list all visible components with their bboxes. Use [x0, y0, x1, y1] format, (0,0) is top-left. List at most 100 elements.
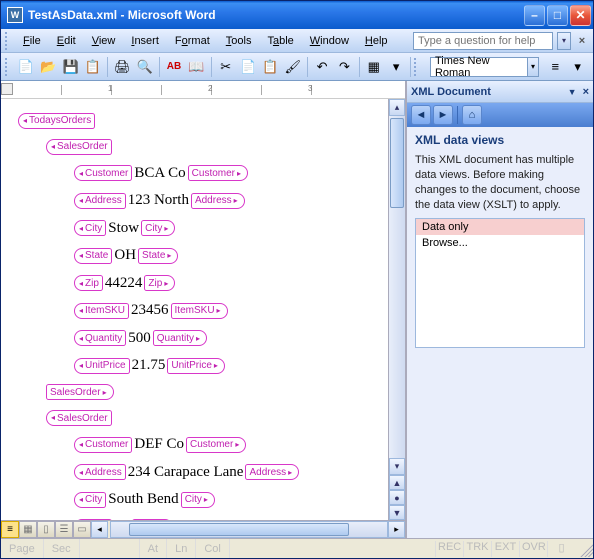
- next-page-button[interactable]: ▼: [389, 505, 405, 520]
- xml-tag-open[interactable]: TodaysOrders: [18, 113, 95, 129]
- toolbar-grip-icon[interactable]: [5, 32, 11, 50]
- xml-tag-open[interactable]: State: [74, 519, 112, 520]
- status-trk[interactable]: TRK: [463, 541, 491, 557]
- pane-forward-button[interactable]: ►: [433, 105, 453, 125]
- paste-button[interactable]: 📋: [260, 56, 280, 78]
- toolbar-grip-icon[interactable]: [5, 58, 11, 76]
- print-button[interactable]: 🖨: [112, 56, 132, 78]
- maximize-button[interactable]: □: [547, 5, 568, 26]
- help-dropdown-button[interactable]: ▾: [557, 32, 571, 50]
- xml-value[interactable]: BCA Co: [133, 165, 186, 181]
- scroll-down-button[interactable]: ▾: [389, 458, 405, 475]
- xml-tag-close[interactable]: UnitPrice: [167, 358, 225, 374]
- open-button[interactable]: 📂: [38, 56, 58, 78]
- xml-tag-open[interactable]: UnitPrice: [74, 358, 130, 374]
- xml-value[interactable]: Stow: [107, 220, 140, 236]
- undo-button[interactable]: ↶: [312, 56, 332, 78]
- xml-view-list[interactable]: Data only Browse...: [415, 218, 585, 348]
- toolbar-options-button[interactable]: ▾: [568, 56, 588, 78]
- xml-tag-open[interactable]: Customer: [74, 165, 132, 181]
- tab-selector-icon[interactable]: [1, 83, 13, 95]
- list-item[interactable]: Data only: [416, 219, 584, 235]
- menu-help[interactable]: Help: [357, 32, 396, 50]
- xml-tag-close[interactable]: SalesOrder: [46, 384, 114, 400]
- normal-view-button[interactable]: ≡: [1, 521, 19, 538]
- status-ovr[interactable]: OVR: [519, 541, 547, 557]
- save-button[interactable]: 💾: [60, 56, 80, 78]
- xml-value[interactable]: IN: [113, 519, 131, 520]
- xml-tag-close[interactable]: City: [141, 220, 175, 236]
- xml-value[interactable]: 23456: [130, 302, 170, 318]
- xml-tag-open[interactable]: ItemSKU: [74, 303, 129, 319]
- hscroll-track[interactable]: [110, 521, 388, 538]
- menu-edit[interactable]: Edit: [49, 32, 84, 50]
- xml-tag-open[interactable]: Customer: [74, 437, 132, 453]
- font-dropdown-button[interactable]: ▾: [528, 57, 539, 77]
- xml-value[interactable]: DEF Co: [133, 436, 185, 452]
- format-painter-button[interactable]: 🖌: [283, 56, 303, 78]
- xml-tag-open[interactable]: Quantity: [74, 330, 126, 346]
- list-item[interactable]: Browse...: [416, 235, 584, 251]
- xml-value[interactable]: OH: [113, 247, 137, 263]
- toolbar-options-button[interactable]: ▾: [386, 56, 406, 78]
- research-button[interactable]: 📖: [186, 56, 206, 78]
- xml-tag-close[interactable]: State: [132, 519, 172, 520]
- scroll-left-button[interactable]: ◂: [91, 521, 108, 538]
- xml-tag-open[interactable]: Zip: [74, 275, 103, 291]
- font-name-combo[interactable]: Times New Roman: [430, 57, 528, 77]
- print-layout-view-button[interactable]: ▯: [37, 521, 55, 538]
- menu-table[interactable]: Table: [259, 32, 301, 50]
- menu-file[interactable]: File: [15, 32, 49, 50]
- cut-button[interactable]: ✂: [215, 56, 235, 78]
- xml-tag-close[interactable]: Customer: [186, 437, 246, 453]
- xml-value[interactable]: 234 Carapace Lane: [127, 464, 245, 480]
- xml-tag-close[interactable]: State: [138, 248, 178, 264]
- xml-tag-open[interactable]: SalesOrder: [46, 410, 112, 426]
- xml-tag-open[interactable]: Address: [74, 193, 126, 209]
- reading-layout-view-button[interactable]: ▭: [73, 521, 91, 538]
- menu-tools[interactable]: Tools: [218, 32, 260, 50]
- task-pane-menu-button[interactable]: ▼: [568, 87, 577, 97]
- xml-tag-open[interactable]: State: [74, 248, 112, 264]
- xml-value[interactable]: 44224: [104, 275, 144, 291]
- minimize-button[interactable]: –: [524, 5, 545, 26]
- resize-grip-icon[interactable]: [577, 541, 593, 557]
- pane-back-button[interactable]: ◄: [411, 105, 431, 125]
- outline-view-button[interactable]: ☰: [55, 521, 73, 538]
- browse-object-button[interactable]: ●: [389, 490, 405, 505]
- menu-view[interactable]: View: [84, 32, 124, 50]
- scroll-up-button[interactable]: ▴: [389, 99, 405, 116]
- pane-home-button[interactable]: ⌂: [462, 105, 482, 125]
- xml-tag-close[interactable]: Zip: [144, 275, 175, 291]
- document-body[interactable]: TodaysOrders SalesOrder CustomerBCA CoCu…: [1, 99, 388, 520]
- status-rec[interactable]: REC: [435, 541, 463, 557]
- bullets-button[interactable]: ≡: [545, 56, 565, 78]
- status-ext[interactable]: EXT: [491, 541, 519, 557]
- task-pane-close-button[interactable]: ×: [583, 86, 589, 98]
- web-layout-view-button[interactable]: ▦: [19, 521, 37, 538]
- vertical-scrollbar[interactable]: ▴ ▾ ▲ ● ▼: [388, 99, 405, 520]
- scroll-right-button[interactable]: ▸: [388, 521, 405, 538]
- hscroll-thumb[interactable]: [129, 523, 349, 536]
- spellcheck-button[interactable]: AB: [164, 56, 184, 78]
- xml-tag-open[interactable]: City: [74, 220, 106, 236]
- close-button[interactable]: ✕: [570, 5, 591, 26]
- xml-tag-close[interactable]: Customer: [188, 165, 248, 181]
- xml-value[interactable]: South Bend: [107, 491, 179, 507]
- xml-tag-open[interactable]: Address: [74, 464, 126, 480]
- xml-value[interactable]: 500: [127, 330, 152, 346]
- xml-tag-open[interactable]: City: [74, 492, 106, 508]
- new-doc-button[interactable]: 📄: [16, 56, 36, 78]
- print-preview-button[interactable]: 🔍: [135, 56, 155, 78]
- xml-tag-close[interactable]: ItemSKU: [171, 303, 228, 319]
- tables-button[interactable]: ▦: [364, 56, 384, 78]
- xml-value[interactable]: 21.75: [131, 357, 167, 373]
- prev-page-button[interactable]: ▲: [389, 475, 405, 490]
- help-search-input[interactable]: [413, 32, 553, 50]
- menubar-close-icon[interactable]: ×: [575, 34, 589, 48]
- menu-window[interactable]: Window: [302, 32, 357, 50]
- permission-button[interactable]: 📋: [83, 56, 103, 78]
- menu-format[interactable]: Format: [167, 32, 218, 50]
- scroll-thumb[interactable]: [390, 118, 404, 208]
- copy-button[interactable]: 📄: [238, 56, 258, 78]
